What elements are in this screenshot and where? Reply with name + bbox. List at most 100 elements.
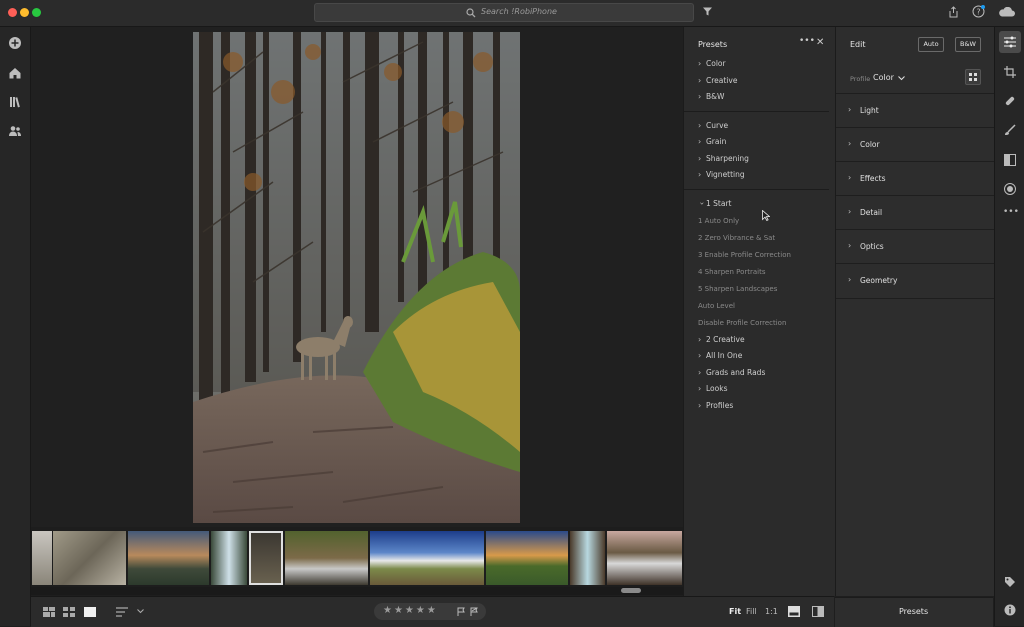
presets-panel: Presets ••• ✕ › Color › Creative › B&W › Cur… [683, 27, 835, 596]
section-detail[interactable]: › Detail [836, 195, 994, 230]
filmstrip-thumbnail[interactable] [370, 531, 484, 585]
preset-item[interactable]: 1 Auto Only [698, 217, 739, 225]
preset-group-bw[interactable]: › B&W [698, 92, 724, 101]
sort-icon[interactable] [116, 607, 130, 617]
chevron-down-icon[interactable] [137, 609, 144, 614]
preset-item[interactable]: 2 Zero Vibrance & Sat [698, 234, 775, 242]
section-light[interactable]: › Light [836, 93, 994, 128]
preset-item[interactable]: 5 Sharpen Landscapes [698, 285, 777, 293]
filter-icon[interactable] [702, 6, 713, 17]
preset-group-curve[interactable]: › Curve [698, 121, 728, 130]
bw-button[interactable]: B&W [955, 37, 981, 52]
preset-item[interactable]: 4 Sharpen Portraits [698, 268, 766, 276]
more-tools-icon[interactable]: ••• [1003, 207, 1019, 217]
chevron-right-icon: › [848, 241, 852, 250]
add-photos-icon[interactable] [8, 36, 22, 50]
preset-group-grain[interactable]: › Grain [698, 137, 726, 146]
presets-panel-button[interactable]: Presets [835, 597, 993, 627]
zoom-1-to-1-button[interactable]: 1:1 [765, 607, 778, 616]
preset-item[interactable]: Disable Profile Correction [698, 319, 786, 327]
chevron-right-icon: › [698, 170, 702, 179]
divider [684, 189, 829, 190]
close-icon[interactable]: ✕ [816, 37, 824, 48]
chevron-right-icon: › [698, 92, 702, 101]
square-grid-icon[interactable] [43, 607, 55, 617]
preset-group-vignetting[interactable]: › Vignetting [698, 170, 745, 179]
search-placeholder: Search !RobiPhone [481, 7, 557, 16]
help-icon[interactable]: ? [972, 5, 985, 18]
people-icon[interactable] [8, 124, 22, 138]
rating-control[interactable]: ★★★★★ [374, 603, 486, 620]
preset-group-creative[interactable]: › Creative [698, 76, 737, 85]
preset-group-1-start[interactable]: › 1 Start [697, 199, 732, 208]
filmstrip-thumbnail[interactable] [607, 531, 682, 585]
minimize-window-button[interactable] [20, 8, 29, 17]
grid-view-icon[interactable] [63, 607, 75, 617]
flag-reject-icon[interactable] [470, 607, 479, 616]
info-icon[interactable] [1004, 604, 1016, 616]
filmstrip-thumbnail[interactable] [53, 531, 126, 585]
section-color[interactable]: › Color [836, 127, 994, 162]
library-icon[interactable] [8, 95, 22, 109]
detail-view-icon[interactable] [84, 607, 96, 617]
chevron-right-icon: › [698, 154, 702, 163]
preset-group-all-in-one[interactable]: › All In One [698, 351, 742, 360]
preset-group-grads-and-rads[interactable]: › Grads and Rads [698, 368, 765, 377]
chevron-down-icon: › [697, 201, 707, 206]
radial-gradient-icon[interactable] [1004, 183, 1016, 195]
crop-icon[interactable] [1004, 66, 1016, 78]
preset-group-color[interactable]: › Color [698, 59, 726, 68]
filmstrip-thumbnail[interactable] [486, 531, 568, 585]
edit-tool-active[interactable] [999, 31, 1021, 53]
profile-select[interactable]: Color [873, 73, 894, 82]
grid-icon [969, 73, 977, 81]
auto-button[interactable]: Auto [918, 37, 944, 52]
search-input[interactable]: Search !RobiPhone [314, 3, 694, 22]
chevron-right-icon: › [698, 401, 702, 410]
filmstrip-thumbnail[interactable] [211, 531, 247, 585]
zoom-fit-button[interactable]: Fit [729, 607, 741, 616]
title-bar: Search !RobiPhone ? [0, 0, 1024, 27]
chevron-right-icon: › [698, 76, 702, 85]
filmstrip-thumbnail[interactable] [128, 531, 209, 585]
chevron-right-icon: › [848, 275, 852, 284]
home-icon[interactable] [8, 66, 22, 80]
rating-stars[interactable]: ★★★★★ [383, 605, 438, 616]
linear-gradient-icon[interactable] [1004, 154, 1016, 166]
zoom-fill-button[interactable]: Fill [746, 607, 757, 616]
cloud-icon[interactable] [998, 7, 1015, 17]
brush-icon[interactable] [1004, 124, 1016, 136]
section-geometry[interactable]: › Geometry [836, 263, 994, 299]
preset-group-profiles[interactable]: › Profiles [698, 401, 733, 410]
section-optics[interactable]: › Optics [836, 229, 994, 264]
zoom-window-button[interactable] [32, 8, 41, 17]
divider [684, 111, 829, 112]
compare-view-icon[interactable] [812, 606, 824, 617]
healing-brush-icon[interactable] [1004, 95, 1016, 107]
left-toolbar [0, 27, 31, 626]
more-options-icon[interactable]: ••• [799, 36, 815, 46]
preset-item[interactable]: 3 Enable Profile Correction [698, 251, 791, 259]
preset-item[interactable]: Auto Level [698, 302, 735, 310]
tag-icon[interactable] [1004, 576, 1016, 588]
filmstrip-thumbnail-selected[interactable] [249, 531, 283, 585]
chevron-down-icon[interactable] [898, 76, 905, 81]
preset-group-2-creative[interactable]: › 2 Creative [698, 335, 745, 344]
flag-pick-icon[interactable] [457, 607, 466, 616]
chevron-right-icon: › [698, 384, 702, 393]
share-icon[interactable] [948, 6, 959, 18]
chevron-right-icon: › [848, 139, 852, 148]
section-effects[interactable]: › Effects [836, 161, 994, 196]
close-window-button[interactable] [8, 8, 17, 17]
presets-title: Presets [698, 40, 728, 49]
filmstrip-toggle-icon[interactable] [788, 606, 800, 617]
filmstrip-thumbnail[interactable] [570, 531, 605, 585]
filmstrip-scrollbar[interactable] [31, 587, 683, 595]
profile-browser-button[interactable] [965, 69, 981, 85]
filmstrip-thumbnail[interactable] [285, 531, 368, 585]
preset-group-sharpening[interactable]: › Sharpening [698, 154, 749, 163]
chevron-right-icon: › [848, 105, 852, 114]
preset-group-looks[interactable]: › Looks [698, 384, 727, 393]
filmstrip-scroll-thumb[interactable] [621, 588, 641, 593]
filmstrip-thumbnail[interactable] [32, 531, 52, 585]
